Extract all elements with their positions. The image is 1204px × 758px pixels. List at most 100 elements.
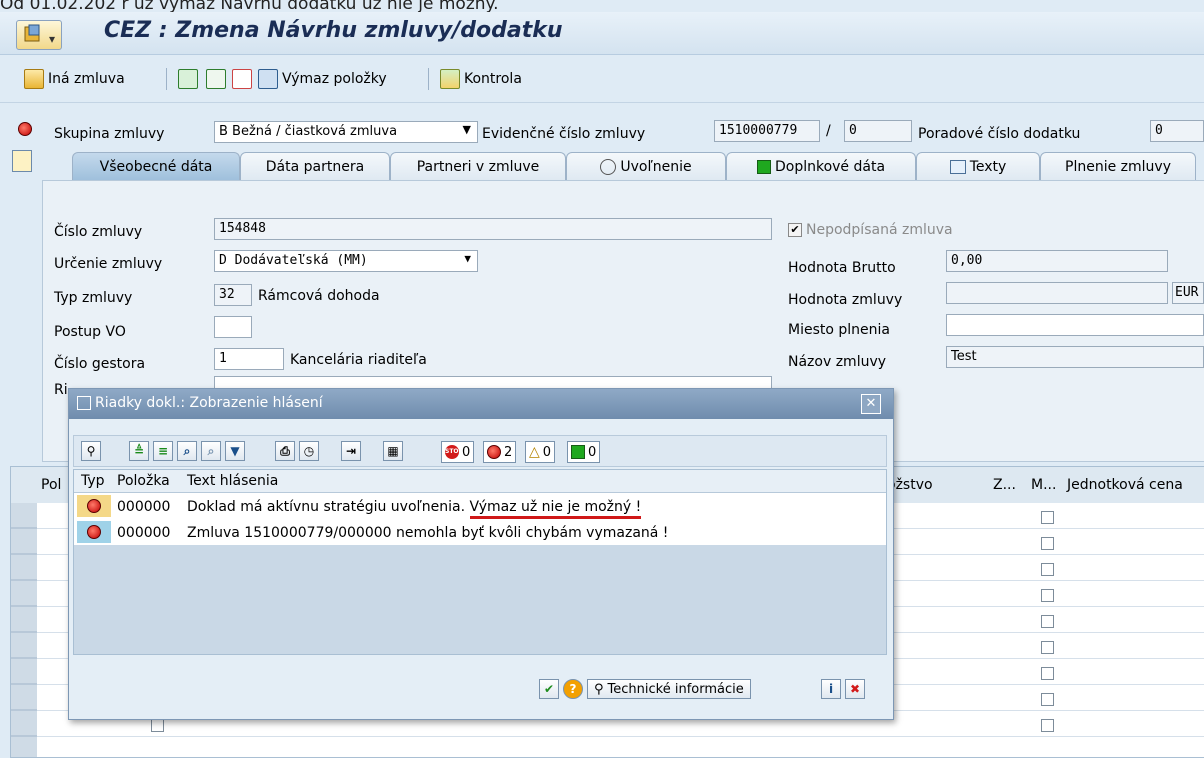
app-menu-icon[interactable]: ▾ bbox=[16, 20, 62, 50]
copy-button[interactable] bbox=[232, 66, 252, 92]
message-dialog: Riadky dokl.: Zobrazenie hlásení ✕ ⚲ ≜ ≡… bbox=[68, 388, 894, 720]
close-icon[interactable]: ✕ bbox=[861, 394, 881, 414]
delete-items-button[interactable]: Výmaz položky bbox=[258, 66, 387, 92]
info-icon[interactable]: i bbox=[821, 679, 841, 699]
warning-count-button[interactable]: △ 0 bbox=[525, 441, 556, 463]
svg-text:▾: ▾ bbox=[49, 32, 55, 46]
name-label: Názov zmluvy bbox=[788, 354, 887, 370]
purpose-label: Určenie zmluvy bbox=[54, 256, 163, 272]
gross-label: Hodnota Brutto bbox=[788, 260, 896, 276]
chevron-down-icon: ▼ bbox=[462, 123, 471, 136]
document-icon bbox=[24, 69, 44, 89]
row-checkbox[interactable] bbox=[1041, 641, 1054, 654]
purpose-select[interactable]: D Dodávateľská (MM) ▼ bbox=[214, 250, 478, 272]
tab-general-data[interactable]: Všeobecné dáta bbox=[72, 152, 240, 180]
place-label: Miesto plnenia bbox=[788, 322, 890, 338]
currency-field[interactable]: EUR bbox=[1172, 282, 1204, 304]
tab-contract-fulfillment[interactable]: Plnenie zmluvy bbox=[1040, 152, 1196, 180]
help-icon[interactable]: ? bbox=[563, 679, 583, 699]
sponsor-label: Číslo gestora bbox=[54, 356, 146, 372]
find-icon[interactable]: ⌕ bbox=[177, 441, 197, 461]
print-icon[interactable]: ⎙ bbox=[275, 441, 295, 461]
views-icon[interactable]: ◷ bbox=[299, 441, 319, 461]
copy-icon bbox=[232, 69, 252, 89]
highlighted-message: Výmaz už nie je možný ! bbox=[469, 499, 642, 519]
place-field[interactable] bbox=[946, 314, 1204, 336]
tab-texts[interactable]: Texty bbox=[916, 152, 1040, 180]
details-glasses-icon[interactable]: ⚲ bbox=[81, 441, 101, 461]
layout-icon[interactable]: ▦ bbox=[383, 441, 403, 461]
other-contract-button[interactable]: Iná zmluva bbox=[24, 66, 125, 92]
procedure-field[interactable] bbox=[214, 316, 252, 338]
group-label: Skupina zmluvy bbox=[54, 126, 165, 142]
gross-value-field[interactable]: 0,00 bbox=[946, 250, 1168, 272]
filter-icon[interactable]: ▼ bbox=[225, 441, 245, 461]
grid-header-z: Z... bbox=[993, 477, 1016, 493]
amendment-label: Poradové číslo dodatku bbox=[918, 126, 1081, 142]
row-checkbox[interactable] bbox=[1041, 693, 1054, 706]
director-label: Ri bbox=[54, 382, 68, 398]
toolbar-separator bbox=[166, 68, 167, 90]
evidence-separator: / bbox=[826, 123, 831, 139]
type-code-field[interactable]: 32 bbox=[214, 284, 252, 306]
row-checkbox[interactable] bbox=[151, 719, 164, 732]
row-selector-column[interactable] bbox=[11, 503, 37, 757]
row-checkbox[interactable] bbox=[1041, 667, 1054, 680]
row-checkbox[interactable] bbox=[1041, 719, 1054, 732]
glasses-icon: ⚲ bbox=[594, 681, 604, 697]
amendment-field[interactable]: 0 bbox=[1150, 120, 1204, 142]
sponsor-text: Kancelária riaditeľa bbox=[290, 352, 427, 368]
group-select[interactable]: B Bežná / čiastková zmluva ▼ bbox=[214, 121, 478, 143]
evidence-number-field[interactable]: 1510000779 bbox=[714, 120, 820, 142]
contract-value-field[interactable] bbox=[946, 282, 1168, 304]
procedure-label: Postup VO bbox=[54, 324, 126, 340]
message-item: 000000 bbox=[117, 525, 171, 541]
deselect-all-button[interactable] bbox=[206, 66, 226, 92]
error-count-button[interactable]: 2 bbox=[483, 441, 517, 463]
tab-contract-partners[interactable]: Partneri v zmluve bbox=[390, 152, 566, 180]
chevron-down-icon: ▼ bbox=[464, 252, 471, 265]
tab-additional-data[interactable]: Doplnkové dáta bbox=[726, 152, 916, 180]
row-checkbox[interactable] bbox=[1041, 589, 1054, 602]
message-text: Zmluva 1510000779/000000 nemohla byť kvô… bbox=[187, 525, 669, 541]
ok-status-icon bbox=[571, 445, 585, 459]
stop-icon: STOP bbox=[445, 445, 463, 459]
continue-checkmark-icon[interactable]: ✔ bbox=[539, 679, 559, 699]
name-field[interactable]: Test bbox=[946, 346, 1204, 368]
green-status-icon bbox=[756, 159, 771, 174]
dialog-icon bbox=[77, 396, 91, 410]
export-icon[interactable]: ⇥ bbox=[341, 441, 361, 461]
column-item: Položka bbox=[117, 473, 170, 489]
column-type: Typ bbox=[81, 473, 105, 489]
technical-info-button[interactable]: ⚲ Technické informácie bbox=[587, 679, 751, 699]
cancel-icon[interactable]: ✖ bbox=[845, 679, 865, 699]
warning-icon: △ bbox=[529, 444, 540, 460]
window-title: CEZ : Zmena Návrhu zmluvy/dodatku bbox=[104, 18, 563, 43]
type-text: Rámcová dohoda bbox=[258, 288, 380, 304]
grid-header-item: Pol bbox=[41, 477, 62, 493]
error-light-icon bbox=[487, 445, 501, 459]
find-next-icon[interactable]: ⌕ bbox=[201, 441, 221, 461]
row-checkbox[interactable] bbox=[1041, 615, 1054, 628]
toolbar-separator bbox=[428, 68, 429, 90]
evidence-suffix-field[interactable]: 0 bbox=[844, 120, 912, 142]
select-all-button[interactable] bbox=[178, 66, 198, 92]
row-checkbox[interactable] bbox=[1041, 563, 1054, 576]
tab-partner-data[interactable]: Dáta partnera bbox=[240, 152, 390, 180]
row-checkbox[interactable] bbox=[1041, 537, 1054, 550]
sort-descending-icon[interactable]: ≡ bbox=[153, 441, 173, 461]
stop-count-button[interactable]: STOP 0 bbox=[441, 441, 475, 463]
sponsor-code-field[interactable]: 1 bbox=[214, 348, 284, 370]
unsigned-checkbox[interactable]: ✔ bbox=[788, 223, 802, 237]
select-all-icon bbox=[178, 69, 198, 89]
sort-ascending-icon[interactable]: ≜ bbox=[129, 441, 149, 461]
header-toggle-icon[interactable] bbox=[12, 150, 32, 172]
ok-count-button[interactable]: 0 bbox=[567, 441, 601, 463]
tab-release[interactable]: Uvoľnenie bbox=[566, 152, 726, 180]
contract-no-field[interactable]: 154848 bbox=[214, 218, 772, 240]
row-checkbox[interactable] bbox=[1041, 511, 1054, 524]
deselect-all-icon bbox=[206, 69, 226, 89]
message-item: 000000 bbox=[117, 499, 171, 515]
grid-header-unit-price: Jednotková cena bbox=[1067, 477, 1183, 493]
check-button[interactable]: Kontrola bbox=[440, 66, 522, 92]
